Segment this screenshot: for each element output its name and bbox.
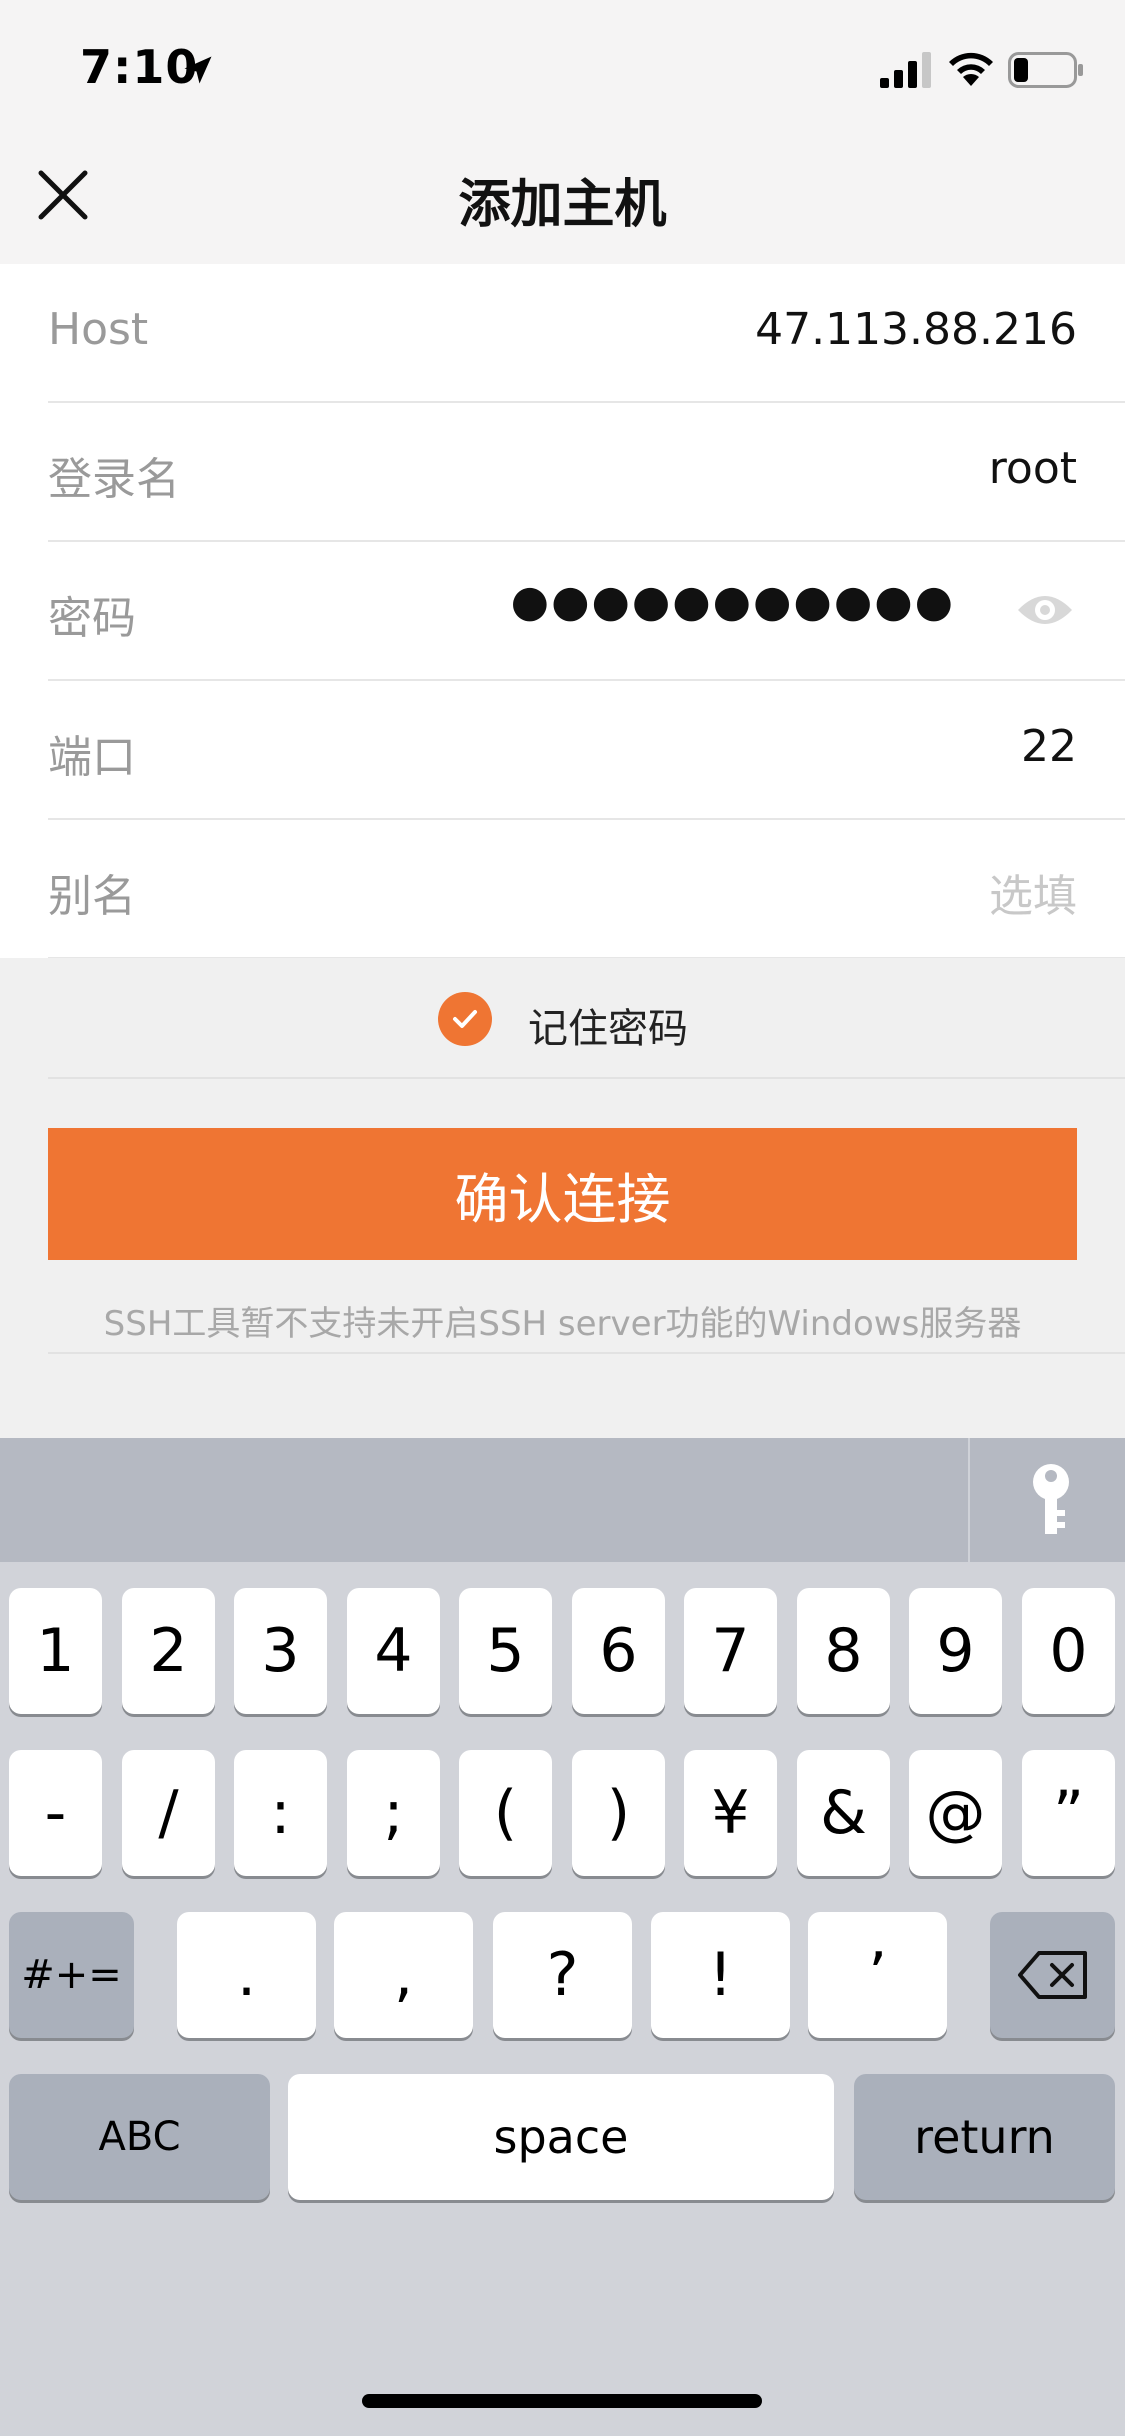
confirm-connect-button[interactable]: 确认连接 — [48, 1128, 1077, 1260]
key-question[interactable]: ? — [493, 1912, 632, 2038]
page-title: 添加主机 — [458, 175, 667, 235]
wifi-icon — [949, 52, 993, 86]
port-field[interactable]: 端口 22 — [48, 681, 1125, 820]
eye-icon[interactable] — [1015, 588, 1075, 632]
username-value[interactable]: root — [989, 443, 1077, 494]
key-9[interactable]: 9 — [909, 1588, 1002, 1714]
backspace-icon — [1017, 1951, 1087, 1999]
keyboard-suggestion-bar — [0, 1438, 1125, 1562]
key-apostrophe[interactable]: ’ — [808, 1912, 947, 2038]
key-4[interactable]: 4 — [347, 1588, 440, 1714]
key-1[interactable]: 1 — [9, 1588, 102, 1714]
key-abc[interactable]: ABC — [9, 2074, 270, 2200]
key-7[interactable]: 7 — [684, 1588, 777, 1714]
battery-icon — [1008, 52, 1083, 88]
checkbox-checked-icon[interactable] — [438, 992, 492, 1046]
host-label: Host — [48, 304, 149, 355]
password-field[interactable]: 密码 ●●●●●●●●●●● — [48, 542, 1125, 681]
host-form: Host 47.113.88.216 登录名 root 密码 ●●●●●●●●●… — [0, 264, 1125, 959]
key-ampersand[interactable]: & — [797, 1750, 890, 1876]
location-arrow-icon — [184, 56, 212, 84]
key-2[interactable]: 2 — [122, 1588, 215, 1714]
key-semicolon[interactable]: ; — [347, 1750, 440, 1876]
key-3[interactable]: 3 — [234, 1588, 327, 1714]
alias-input[interactable]: 选填 — [989, 860, 1077, 924]
port-value[interactable]: 22 — [1021, 721, 1077, 772]
key-period[interactable]: . — [177, 1912, 316, 2038]
key-exclamation[interactable]: ! — [651, 1912, 790, 2038]
notice-text: SSH工具暂不支持未开启SSH server功能的Windows服务器 — [48, 1296, 1125, 1354]
delete-key[interactable] — [990, 1912, 1115, 2038]
options-area: 记住密码 确认连接 SSH工具暂不支持未开启SSH server功能的Windo… — [0, 958, 1125, 1438]
host-field[interactable]: Host 47.113.88.216 — [48, 264, 1125, 403]
cellular-signal-icon — [880, 52, 931, 88]
key-slash[interactable]: / — [122, 1750, 215, 1876]
status-bar: 7:10 — [0, 0, 1125, 132]
key-6[interactable]: 6 — [572, 1588, 665, 1714]
home-indicator — [362, 2394, 762, 2408]
alias-field[interactable]: 别名 选填 — [48, 820, 1125, 959]
nav-bar: 添加主机 — [0, 132, 1125, 264]
key-more-symbols[interactable]: #+= — [9, 1912, 134, 2038]
key-yen[interactable]: ¥ — [684, 1750, 777, 1876]
password-label: 密码 — [48, 593, 136, 644]
username-label: 登录名 — [48, 454, 180, 505]
password-value[interactable]: ●●●●●●●●●●● — [511, 576, 955, 627]
space-key[interactable]: space — [288, 2074, 834, 2200]
key-0[interactable]: 0 — [1022, 1588, 1115, 1714]
key-open-paren[interactable]: ( — [459, 1750, 552, 1876]
key-5[interactable]: 5 — [459, 1588, 552, 1714]
host-value[interactable]: 47.113.88.216 — [755, 304, 1077, 355]
keyboard: 1 2 3 4 5 6 7 8 9 0 - / : ; ( ) ¥ & @ ” … — [0, 1562, 1125, 2436]
checkmark-icon — [453, 1010, 477, 1028]
divider — [968, 1438, 970, 1562]
key-8[interactable]: 8 — [797, 1588, 890, 1714]
key-colon[interactable]: : — [234, 1750, 327, 1876]
remember-password-row[interactable]: 记住密码 — [48, 958, 1125, 1079]
key-comma[interactable]: , — [334, 1912, 473, 2038]
passwords-key-icon[interactable] — [1024, 1462, 1078, 1540]
remember-password-label: 记住密码 — [528, 1006, 688, 1052]
alias-label: 别名 — [48, 871, 136, 922]
screen: 7:10 添加主机 Host 47.113.88.216 登录名 root 密码… — [0, 0, 1125, 2436]
return-key[interactable]: return — [854, 2074, 1115, 2200]
key-quote[interactable]: ” — [1022, 1750, 1115, 1876]
key-hyphen[interactable]: - — [9, 1750, 102, 1876]
username-field[interactable]: 登录名 root — [48, 403, 1125, 542]
port-label: 端口 — [48, 732, 136, 783]
key-close-paren[interactable]: ) — [572, 1750, 665, 1876]
key-at[interactable]: @ — [909, 1750, 1002, 1876]
